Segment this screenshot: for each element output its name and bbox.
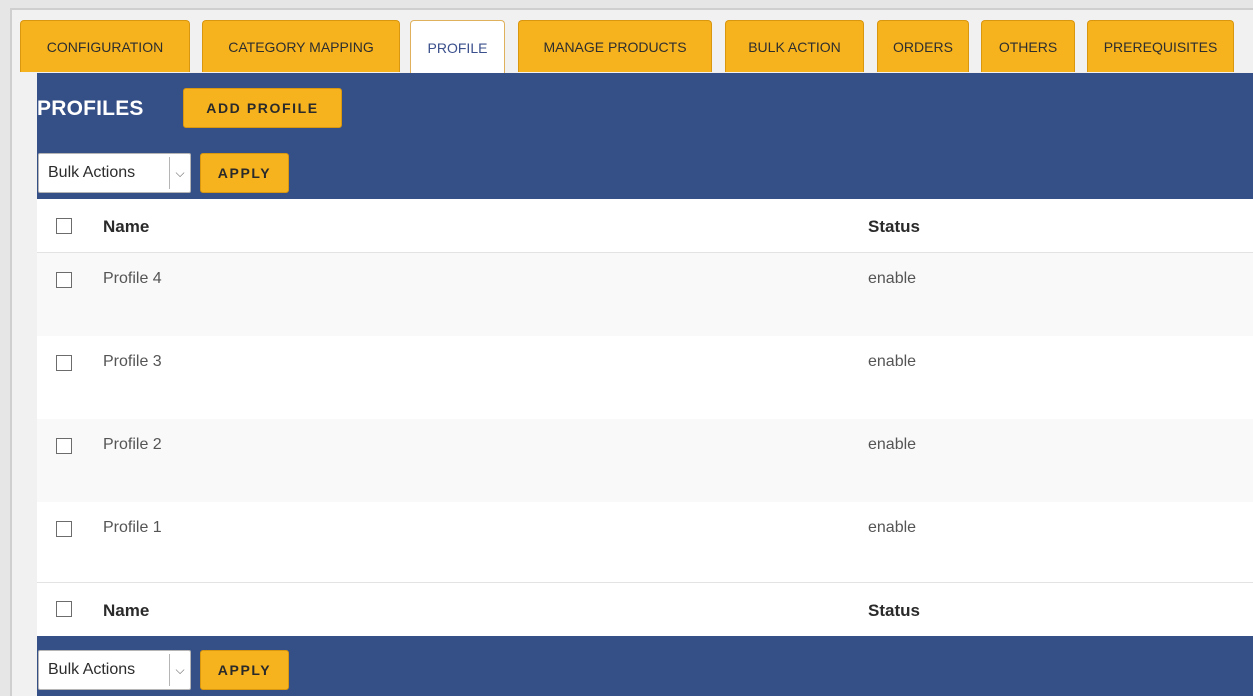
row-checkbox[interactable] xyxy=(56,355,72,371)
profile-status: enable xyxy=(868,270,917,287)
profile-status: enable xyxy=(868,353,917,370)
page-title: PROFILES xyxy=(37,97,144,120)
column-header-status[interactable]: Status xyxy=(868,217,920,237)
table-footer-row: Name Status xyxy=(37,582,1253,636)
row-checkbox[interactable] xyxy=(56,521,72,537)
tab-profile[interactable]: PROFILE xyxy=(410,20,505,74)
profile-name-link[interactable]: Profile 4 xyxy=(103,270,162,288)
tab-category-mapping[interactable]: CATEGORY MAPPING xyxy=(202,20,400,72)
profile-name-link[interactable]: Profile 1 xyxy=(103,519,162,537)
apply-button-top[interactable]: APPLY xyxy=(200,153,289,193)
tab-others[interactable]: OTHERS xyxy=(981,20,1075,72)
select-all-checkbox[interactable] xyxy=(56,218,72,234)
table-row: Profile 2 enable xyxy=(37,419,1253,502)
tab-prerequisites[interactable]: PREREQUISITES xyxy=(1087,20,1234,72)
profile-status: enable xyxy=(868,436,917,453)
table-header-row: Name Status xyxy=(37,199,1253,253)
column-footer-status[interactable]: Status xyxy=(868,601,920,621)
profile-status: enable xyxy=(868,519,917,536)
bulk-actions-select-top[interactable]: Bulk Actions ⌵ xyxy=(38,153,191,193)
tab-orders[interactable]: ORDERS xyxy=(877,20,969,72)
select-all-checkbox-footer[interactable] xyxy=(56,601,72,617)
profiles-panel: PROFILES ADD PROFILE Bulk Actions ⌵ APPL… xyxy=(37,73,1253,696)
column-footer-name[interactable]: Name xyxy=(103,601,149,621)
bulk-actions-select-value: Bulk Actions xyxy=(48,164,136,181)
table-row: Profile 3 enable xyxy=(37,336,1253,419)
row-checkbox[interactable] xyxy=(56,272,72,288)
profile-name-link[interactable]: Profile 2 xyxy=(103,436,162,454)
tab-bar: CONFIGURATION CATEGORY MAPPING PROFILE M… xyxy=(16,10,1253,74)
table-row: Profile 4 enable xyxy=(37,253,1253,336)
tab-bulk-action[interactable]: BULK ACTION xyxy=(725,20,864,72)
bulk-actions-select-bottom[interactable]: Bulk Actions ⌵ xyxy=(38,650,191,690)
chevron-down-icon: ⌵ xyxy=(169,654,190,686)
table-row: Profile 1 enable xyxy=(37,502,1253,582)
profile-name-link[interactable]: Profile 3 xyxy=(103,353,162,371)
tab-configuration[interactable]: CONFIGURATION xyxy=(20,20,190,72)
bulk-actions-select-value: Bulk Actions xyxy=(48,661,136,678)
apply-button-bottom[interactable]: APPLY xyxy=(200,650,289,690)
add-profile-button[interactable]: ADD PROFILE xyxy=(183,88,342,128)
column-header-name[interactable]: Name xyxy=(103,217,149,237)
row-checkbox[interactable] xyxy=(56,438,72,454)
tab-manage-products[interactable]: MANAGE PRODUCTS xyxy=(518,20,712,72)
profiles-table: Name Status Profile 4 enable Profile 3 e… xyxy=(37,199,1253,636)
chevron-down-icon: ⌵ xyxy=(169,157,190,189)
